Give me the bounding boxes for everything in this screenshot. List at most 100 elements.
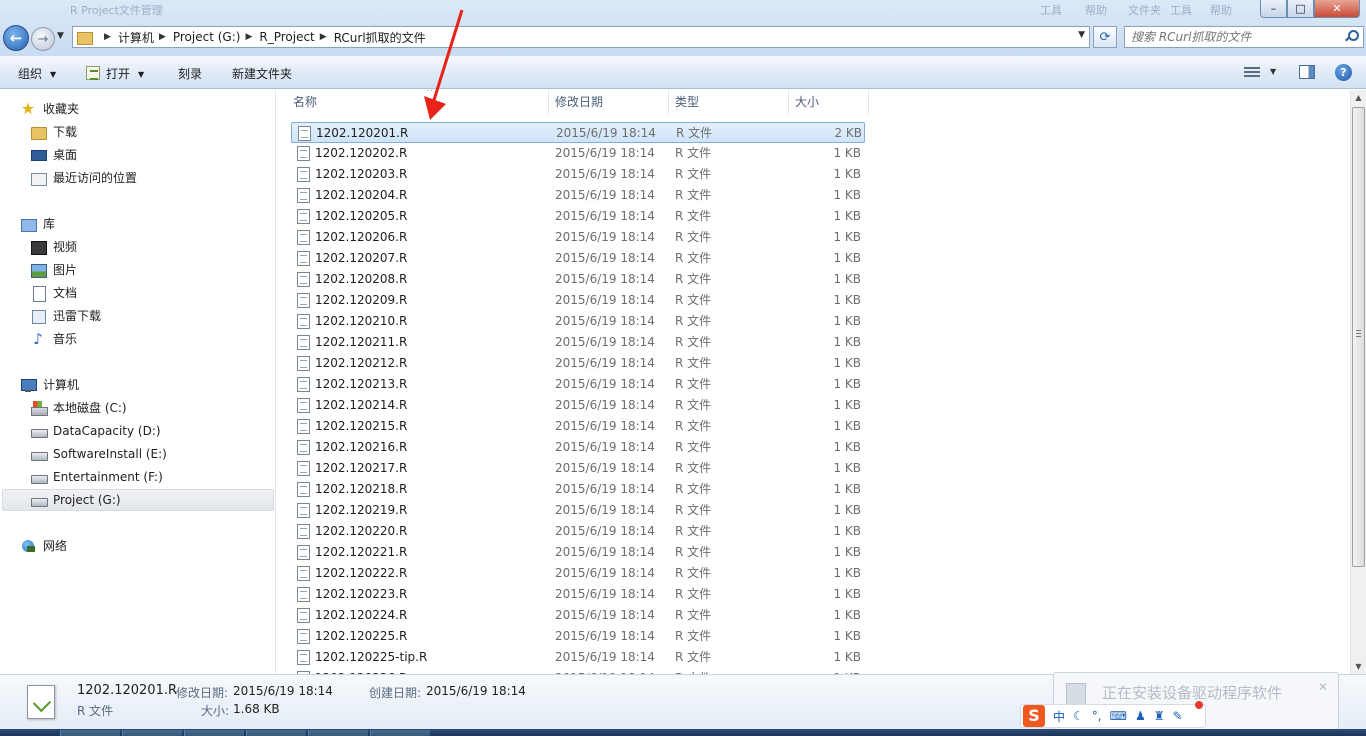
nav-item-pictures[interactable]: 图片 — [30, 259, 77, 281]
chevron-down-icon[interactable]: ▼ — [1270, 67, 1276, 76]
file-row[interactable]: 1202.120217.R 2015/6/19 18:14 R 文件 1 KB — [291, 458, 865, 479]
file-row[interactable]: 1202.120211.R 2015/6/19 18:14 R 文件 1 KB — [291, 332, 865, 353]
file-row[interactable]: 1202.120205.R 2015/6/19 18:14 R 文件 1 KB — [291, 206, 865, 227]
taskbar-button[interactable] — [308, 730, 368, 736]
nav-item-drive-g[interactable]: Project (G:) — [2, 489, 274, 511]
nav-item-music[interactable]: ♪ 音乐 — [30, 328, 77, 350]
minimize-button[interactable]: – — [1260, 0, 1287, 18]
nav-item-videos[interactable]: 视频 — [30, 236, 77, 258]
nav-item-downloads[interactable]: 下载 — [30, 121, 77, 143]
taskbar-button[interactable] — [184, 730, 244, 736]
scroll-up-icon[interactable]: ▲ — [1351, 90, 1366, 105]
taskbar-button[interactable] — [122, 730, 182, 736]
nav-item-drive-f[interactable]: Entertainment (F:) — [30, 466, 163, 488]
chevron-down-icon: ▼ — [50, 70, 57, 79]
breadcrumb-current-folder[interactable]: RCurl抓取的文件 — [334, 29, 426, 46]
nav-libraries[interactable]: 库 — [20, 213, 55, 235]
chevron-right-icon[interactable]: ▶ — [320, 32, 327, 42]
file-row[interactable]: 1202.120201.R 2015/6/19 18:14 R 文件 2 KB — [291, 122, 865, 143]
vertical-scrollbar[interactable]: ▲ ▼ — [1350, 90, 1366, 674]
new-folder-button[interactable]: 新建文件夹 — [232, 65, 292, 82]
file-row[interactable]: 1202.120225.R 2015/6/19 18:14 R 文件 1 KB — [291, 626, 865, 647]
taskbar-button[interactable] — [60, 730, 120, 736]
file-row[interactable]: 1202.120202.R 2015/6/19 18:14 R 文件 1 KB — [291, 143, 865, 164]
nav-item-recent[interactable]: 最近访问的位置 — [30, 167, 137, 189]
skin-icon[interactable]: ♜ — [1154, 709, 1165, 723]
maximize-button[interactable]: □ — [1287, 0, 1314, 18]
nav-item-drive-e[interactable]: SoftwareInstall (E:) — [30, 443, 167, 465]
file-row[interactable]: 1202.120223.R 2015/6/19 18:14 R 文件 1 KB — [291, 584, 865, 605]
nav-item-documents[interactable]: 文档 — [30, 282, 77, 304]
scroll-down-icon[interactable]: ▼ — [1351, 659, 1366, 674]
file-row[interactable]: 1202.120219.R 2015/6/19 18:14 R 文件 1 KB — [291, 500, 865, 521]
help-icon[interactable]: ? — [1335, 64, 1352, 81]
file-row[interactable]: 1202.120212.R 2015/6/19 18:14 R 文件 1 KB — [291, 353, 865, 374]
back-button[interactable]: ← — [3, 25, 29, 51]
scroll-thumb[interactable] — [1352, 107, 1365, 567]
taskbar-button[interactable] — [370, 730, 430, 736]
refresh-button[interactable]: ⟳ — [1093, 26, 1117, 48]
nav-network[interactable]: 网络 — [20, 535, 67, 557]
file-row[interactable]: 1202.120207.R 2015/6/19 18:14 R 文件 1 KB — [291, 248, 865, 269]
column-header-type[interactable]: 类型 — [669, 90, 789, 115]
tools-icon[interactable]: ✎ — [1172, 709, 1182, 723]
file-row[interactable]: 1202.120224.R 2015/6/19 18:14 R 文件 1 KB — [291, 605, 865, 626]
breadcrumb-project-drive[interactable]: Project (G:) — [173, 30, 241, 44]
file-row[interactable]: 1202.120222.R 2015/6/19 18:14 R 文件 1 KB — [291, 563, 865, 584]
file-name: 1202.120217.R — [315, 461, 408, 475]
nav-item-drive-d[interactable]: DataCapacity (D:) — [30, 420, 161, 442]
moon-icon[interactable]: ☾ — [1073, 709, 1084, 723]
column-header-name[interactable]: 名称 ^ — [287, 90, 549, 115]
sogou-logo-icon[interactable]: S — [1023, 705, 1045, 727]
file-row[interactable]: 1202.120206.R 2015/6/19 18:14 R 文件 1 KB — [291, 227, 865, 248]
file-row[interactable]: 1202.120225-tip.R 2015/6/19 18:14 R 文件 1 KB — [291, 647, 865, 668]
taskbar-button[interactable] — [246, 730, 306, 736]
user-icon[interactable]: ♟ — [1135, 709, 1146, 723]
keyboard-icon[interactable]: ⌨ — [1110, 709, 1127, 723]
file-row[interactable]: 1202.120221.R 2015/6/19 18:14 R 文件 1 KB — [291, 542, 865, 563]
nav-item-thunder[interactable]: 迅雷下载 — [30, 305, 101, 327]
file-row[interactable]: 1202.120214.R 2015/6/19 18:14 R 文件 1 KB — [291, 395, 865, 416]
close-button[interactable]: ✕ — [1314, 0, 1360, 18]
file-row[interactable]: 1202.120203.R 2015/6/19 18:14 R 文件 1 KB — [291, 164, 865, 185]
file-row[interactable]: 1202.120208.R 2015/6/19 18:14 R 文件 1 KB — [291, 269, 865, 290]
forward-button[interactable]: → — [31, 27, 55, 51]
open-button[interactable]: 打开 ▼ — [86, 65, 144, 82]
address-bar[interactable]: ▶ 计算机 ▶ Project (G:) ▶ R_Project ▶ RCurl… — [72, 26, 1090, 48]
view-options-icon[interactable] — [1244, 66, 1260, 78]
search-input[interactable] — [1125, 27, 1335, 47]
file-name: 1202.120215.R — [315, 419, 408, 433]
r-file-icon — [298, 126, 311, 141]
nav-item-drive-c[interactable]: 本地磁盘 (C:) — [30, 397, 127, 419]
chevron-right-icon[interactable]: ▶ — [159, 32, 166, 42]
organize-button[interactable]: 组织 ▼ — [18, 65, 56, 82]
preview-pane-icon[interactable] — [1299, 65, 1315, 79]
file-row[interactable]: 1202.120210.R 2015/6/19 18:14 R 文件 1 KB — [291, 311, 865, 332]
column-header-size[interactable]: 大小 — [789, 90, 869, 115]
punctuation-icon[interactable]: °, — [1092, 709, 1102, 723]
breadcrumb-computer[interactable]: 计算机 — [118, 29, 154, 46]
file-row[interactable]: 1202.120215.R 2015/6/19 18:14 R 文件 1 KB — [291, 416, 865, 437]
file-row[interactable]: 1202.120220.R 2015/6/19 18:14 R 文件 1 KB — [291, 521, 865, 542]
chevron-right-icon[interactable]: ▶ — [245, 32, 252, 42]
file-row[interactable]: 1202.120213.R 2015/6/19 18:14 R 文件 1 KB — [291, 374, 865, 395]
address-dropdown-icon[interactable]: ▼ — [1078, 30, 1085, 40]
file-size: 1 KB — [833, 146, 861, 160]
file-row[interactable]: 1202.120216.R 2015/6/19 18:14 R 文件 1 KB — [291, 437, 865, 458]
chevron-right-icon[interactable]: ▶ — [104, 32, 111, 42]
breadcrumb-r-project[interactable]: R_Project — [259, 30, 314, 44]
recent-pages-dropdown[interactable]: ▼ — [57, 31, 64, 41]
burn-button[interactable]: 刻录 — [178, 65, 202, 82]
ime-mode-toggle[interactable]: 中 — [1053, 708, 1065, 725]
search-box[interactable] — [1124, 26, 1364, 48]
search-icon[interactable] — [1345, 30, 1359, 42]
nav-favorites[interactable]: ★ 收藏夹 — [20, 98, 79, 120]
file-row[interactable]: 1202.120218.R 2015/6/19 18:14 R 文件 1 KB — [291, 479, 865, 500]
r-file-icon — [297, 293, 310, 308]
file-row[interactable]: 1202.120209.R 2015/6/19 18:14 R 文件 1 KB — [291, 290, 865, 311]
file-row[interactable]: 1202.120204.R 2015/6/19 18:14 R 文件 1 KB — [291, 185, 865, 206]
close-icon[interactable]: ✕ — [1318, 680, 1328, 694]
column-header-date[interactable]: 修改日期 — [549, 90, 669, 115]
nav-computer[interactable]: 计算机 — [20, 374, 79, 396]
nav-item-desktop[interactable]: 桌面 — [30, 144, 77, 166]
